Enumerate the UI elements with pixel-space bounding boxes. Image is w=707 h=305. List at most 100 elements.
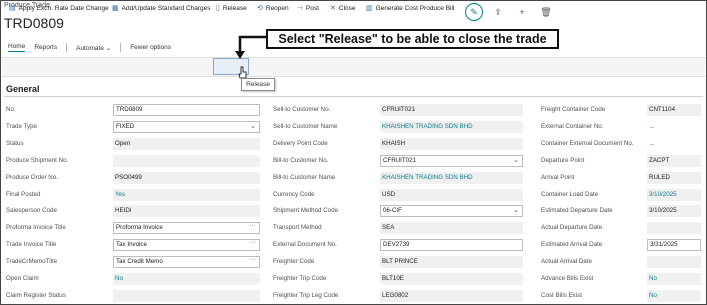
field-value-text: SEA xyxy=(382,224,395,232)
field-value: HEIDI xyxy=(113,205,260,218)
field-value[interactable]: FIXED ⌄ xyxy=(113,120,260,133)
field-label: Freighter Code xyxy=(273,258,315,266)
field-row: Actual Departure Date xyxy=(541,222,701,235)
field-row: Salesperson Code HEIDI xyxy=(6,205,260,218)
instruction-callout: Select "Release" to be able to close the… xyxy=(266,29,559,49)
field-value-text: DEV2739 xyxy=(383,241,410,249)
close-button[interactable]: ✕ Close xyxy=(330,4,356,13)
field-value[interactable]: CFRUIT021 ⌄ xyxy=(380,154,523,167)
field-value: BLT PRINCE xyxy=(380,256,523,269)
field-label: Produce Order No. xyxy=(6,173,58,181)
field-value[interactable]: No xyxy=(113,273,260,285)
fewer-options-link[interactable]: Fewer options xyxy=(130,44,171,51)
tab-automate-label: Automate xyxy=(76,44,104,52)
field-value: SEA xyxy=(380,222,523,235)
field-value-text: Tax Credit Memo xyxy=(116,258,163,266)
field-value[interactable]: 06-CIF ⌄ xyxy=(380,205,523,218)
field-row: Arrival Point RULED xyxy=(541,171,701,184)
field-value[interactable]: Proforma Invoice ··· xyxy=(113,222,260,235)
field-label: Bill-to Customer No. xyxy=(273,156,329,164)
field-value[interactable]: No xyxy=(647,273,701,285)
tab-automate[interactable]: Automate ⌄ xyxy=(76,44,111,52)
field-value-text: BLT10E xyxy=(382,275,404,282)
share-icon[interactable]: ⇪ xyxy=(489,3,507,21)
field-value-text: ZACPT xyxy=(649,156,670,164)
delete-icon[interactable]: 🗑 xyxy=(537,3,555,21)
field-label: Trade Type xyxy=(6,122,37,130)
field-label: Salesperson Code xyxy=(6,207,57,215)
field-row: Freighter Code BLT PRINCE xyxy=(273,256,523,269)
field-value[interactable]: _ xyxy=(650,138,653,145)
field-row: No. TRD0809 xyxy=(6,104,260,116)
field-value[interactable]: Yes xyxy=(113,188,260,201)
field-label: TradeCrMemoTitle xyxy=(6,258,58,266)
field-value-text: KHAISHEN TRADING SDN BHD xyxy=(382,122,473,130)
more-options-icon[interactable]: ··· xyxy=(249,257,256,265)
field-label: Estimated Arrival Date xyxy=(541,241,603,249)
post-label: Post xyxy=(305,4,319,12)
field-label: Actual Arrival Date xyxy=(541,258,592,266)
field-label: Actual Departure Date xyxy=(541,224,603,232)
field-value-text: PSO0499 xyxy=(115,173,142,181)
field-label: Departure Point xyxy=(541,156,585,164)
field-value-text: KHAISHEN TRADING SDN BHD xyxy=(382,173,473,181)
field-value[interactable]: Tax Invoice ··· xyxy=(113,239,260,252)
release-tooltip: Release xyxy=(241,78,275,91)
post-icon: ⇾ xyxy=(297,5,303,12)
field-value[interactable]: KHAISHEN TRADING SDN BHD xyxy=(380,171,523,184)
field-value[interactable]: 3/10/2025 xyxy=(647,188,701,201)
field-row: Transport Method SEA xyxy=(273,222,523,235)
field-row: Freighter Trip Code BLT10E xyxy=(273,273,523,285)
more-options-icon[interactable]: ··· xyxy=(249,223,256,231)
calendar-icon: ▤ xyxy=(9,5,16,12)
field-value: ZACPT xyxy=(647,154,701,167)
field-value[interactable]: No xyxy=(647,289,701,302)
field-row: Shipment Method Code 06-CIF ⌄ xyxy=(273,205,523,218)
field-row: External Container No. _ xyxy=(541,121,701,133)
field-row: Freight Container Code CNT1104 xyxy=(541,104,701,116)
field-row: Container Load Date 3/10/2025 xyxy=(541,188,701,201)
tab-reports[interactable]: Reports xyxy=(34,44,57,51)
chevron-down-icon[interactable]: ⌄ xyxy=(250,122,256,132)
new-icon[interactable]: + xyxy=(513,3,531,21)
field-value[interactable]: KHAISHEN TRADING SDN BHD xyxy=(380,120,523,133)
field-value: BLT10E xyxy=(380,273,523,285)
generate-cost-bill-button[interactable]: ▥ Generate Cost Produce Bill xyxy=(366,4,454,13)
field-value[interactable]: DEV2739 xyxy=(380,239,523,252)
chevron-down-icon[interactable]: ⌄ xyxy=(513,156,519,166)
field-value[interactable]: 3/31/2025 xyxy=(647,239,701,252)
reopen-button[interactable]: ⟲ Reopen xyxy=(257,4,289,13)
field-row: Freighter Trip Leg Code LEG0802 xyxy=(273,289,523,302)
divider xyxy=(66,43,68,52)
close-label: Close xyxy=(338,4,356,12)
post-button[interactable]: ⇾ Post xyxy=(297,4,319,13)
field-label: Shipment Method Code xyxy=(273,207,339,215)
field-label: Transport Method xyxy=(273,224,322,232)
add-update-charges-button[interactable]: ▦ Add/Update Standard Charges xyxy=(112,4,211,13)
chevron-down-icon[interactable]: ⌄ xyxy=(513,206,519,216)
more-options-icon[interactable]: ··· xyxy=(249,240,256,248)
field-value-text: CFRUIT021 xyxy=(382,106,416,113)
apply-exch-rate-button[interactable]: ▤ Apply Exch. Rate Date Change xyxy=(9,4,109,13)
field-value: KHAISH xyxy=(380,137,523,150)
field-value-text: 3/31/2025 xyxy=(650,241,678,249)
field-value: CNT1104 xyxy=(647,104,701,116)
release-button[interactable]: ▯ Release xyxy=(216,4,247,13)
field-value[interactable]: TRD0809 xyxy=(113,104,260,116)
field-row: Trade Invoice Title Tax Invoice ··· xyxy=(6,239,260,252)
page-title: TRD0809 xyxy=(4,15,64,31)
field-value[interactable]: _ xyxy=(650,121,653,128)
field-value-text: Open xyxy=(115,139,131,147)
field-value-text: Proforma Invoice xyxy=(116,224,163,232)
field-row: Estimated Arrival Date 3/31/2025 xyxy=(541,239,701,252)
field-value-text: 3/10/2025 xyxy=(649,207,677,215)
field-row: Produce Order No. PSO0499 xyxy=(6,171,260,184)
tab-home[interactable]: Home xyxy=(8,43,26,52)
field-value[interactable]: Tax Credit Memo ··· xyxy=(113,256,260,269)
edit-icon[interactable]: ✎ xyxy=(465,3,483,21)
field-value: 3/10/2025 xyxy=(647,205,701,218)
field-row: External Document No. DEV2739 xyxy=(273,239,523,252)
field-label: Container External Document No. xyxy=(541,139,634,147)
field-value-text: FIXED xyxy=(116,122,135,130)
field-row: Produce Shipment No. xyxy=(6,154,260,167)
